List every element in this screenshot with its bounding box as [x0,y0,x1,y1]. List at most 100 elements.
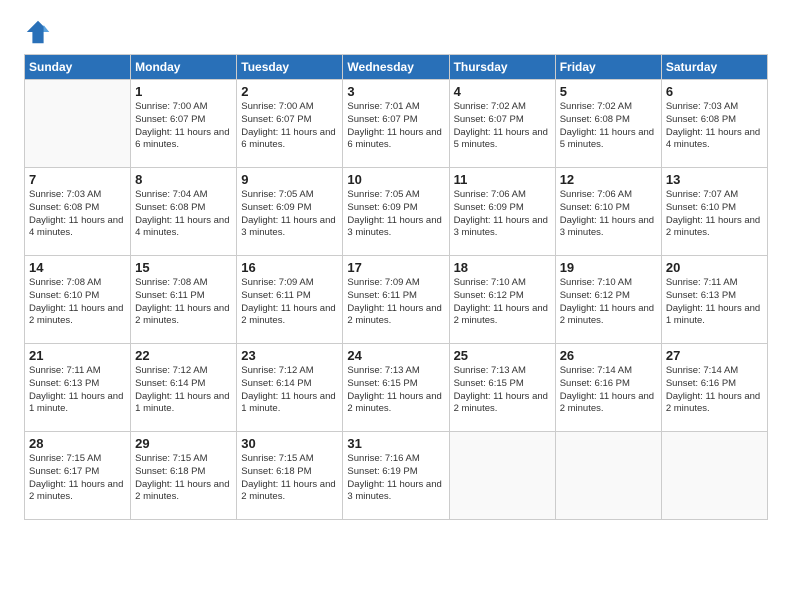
calendar-week-3: 21 Sunrise: 7:11 AM Sunset: 6:13 PM Dayli… [25,344,768,432]
day-info: Sunrise: 7:12 AM Sunset: 6:14 PM Dayligh… [135,365,232,416]
calendar-cell: 19 Sunrise: 7:10 AM Sunset: 6:12 PM Dayli… [555,256,661,344]
calendar-header-row: SundayMondayTuesdayWednesdayThursdayFrid… [25,55,768,80]
calendar-cell: 17 Sunrise: 7:09 AM Sunset: 6:11 PM Dayli… [343,256,449,344]
day-number: 31 [347,436,444,451]
day-info: Sunrise: 7:05 AM Sunset: 6:09 PM Dayligh… [241,189,338,240]
calendar-cell: 9 Sunrise: 7:05 AM Sunset: 6:09 PM Daylig… [237,168,343,256]
calendar-week-4: 28 Sunrise: 7:15 AM Sunset: 6:17 PM Dayli… [25,432,768,520]
calendar-cell: 16Sunrise: 7:09 AM Sunset: 6:11 PM Dayli… [237,256,343,344]
day-number: 24 [347,348,444,363]
day-info: Sunrise: 7:16 AM Sunset: 6:19 PM Dayligh… [347,453,444,504]
calendar-cell: 30 Sunrise: 7:15 AM Sunset: 6:18 PM Dayli… [237,432,343,520]
calendar-cell: 23Sunrise: 7:12 AM Sunset: 6:14 PM Dayli… [237,344,343,432]
calendar-cell: 4Sunrise: 7:02 AM Sunset: 6:07 PM Daylig… [449,80,555,168]
header-wednesday: Wednesday [343,55,449,80]
day-number: 22 [135,348,232,363]
calendar-cell: 15Sunrise: 7:08 AM Sunset: 6:11 PM Dayli… [131,256,237,344]
day-info: Sunrise: 7:13 AM Sunset: 6:15 PM Dayligh… [454,365,551,416]
day-number: 2 [241,84,338,99]
calendar-cell: 31 Sunrise: 7:16 AM Sunset: 6:19 PM Dayli… [343,432,449,520]
calendar-cell [25,80,131,168]
day-info: Sunrise: 7:03 AM Sunset: 6:08 PM Dayligh… [29,189,126,240]
calendar-cell: 26 Sunrise: 7:14 AM Sunset: 6:16 PM Dayli… [555,344,661,432]
calendar-week-0: 1 Sunrise: 7:00 AM Sunset: 6:07 PM Daylig… [25,80,768,168]
day-info: Sunrise: 7:10 AM Sunset: 6:12 PM Dayligh… [454,277,551,328]
calendar-cell: 22 Sunrise: 7:12 AM Sunset: 6:14 PM Dayli… [131,344,237,432]
day-number: 10 [347,172,444,187]
day-number: 13 [666,172,763,187]
day-info: Sunrise: 7:10 AM Sunset: 6:12 PM Dayligh… [560,277,657,328]
calendar-cell: 10Sunrise: 7:05 AM Sunset: 6:09 PM Dayli… [343,168,449,256]
day-info: Sunrise: 7:08 AM Sunset: 6:10 PM Dayligh… [29,277,126,328]
calendar-cell: 7 Sunrise: 7:03 AM Sunset: 6:08 PM Daylig… [25,168,131,256]
day-number: 15 [135,260,232,275]
header-thursday: Thursday [449,55,555,80]
day-info: Sunrise: 7:14 AM Sunset: 6:16 PM Dayligh… [666,365,763,416]
day-number: 25 [454,348,551,363]
day-number: 19 [560,260,657,275]
calendar-cell: 8Sunrise: 7:04 AM Sunset: 6:08 PM Daylig… [131,168,237,256]
day-info: Sunrise: 7:15 AM Sunset: 6:17 PM Dayligh… [29,453,126,504]
day-number: 14 [29,260,126,275]
day-number: 3 [347,84,444,99]
day-info: Sunrise: 7:02 AM Sunset: 6:08 PM Dayligh… [560,101,657,152]
header-area [24,18,768,46]
day-number: 28 [29,436,126,451]
logo [24,18,56,46]
day-info: Sunrise: 7:01 AM Sunset: 6:07 PM Dayligh… [347,101,444,152]
day-number: 26 [560,348,657,363]
calendar-week-2: 14 Sunrise: 7:08 AM Sunset: 6:10 PM Dayli… [25,256,768,344]
day-number: 17 [347,260,444,275]
calendar-cell: 2 Sunrise: 7:00 AM Sunset: 6:07 PM Daylig… [237,80,343,168]
day-number: 5 [560,84,657,99]
day-info: Sunrise: 7:13 AM Sunset: 6:15 PM Dayligh… [347,365,444,416]
calendar: SundayMondayTuesdayWednesdayThursdayFrid… [24,54,768,520]
calendar-cell: 5 Sunrise: 7:02 AM Sunset: 6:08 PM Daylig… [555,80,661,168]
day-number: 11 [454,172,551,187]
day-info: Sunrise: 7:09 AM Sunset: 6:11 PM Dayligh… [347,277,444,328]
calendar-cell: 28 Sunrise: 7:15 AM Sunset: 6:17 PM Dayli… [25,432,131,520]
calendar-cell: 25 Sunrise: 7:13 AM Sunset: 6:15 PM Dayli… [449,344,555,432]
header-tuesday: Tuesday [237,55,343,80]
day-info: Sunrise: 7:00 AM Sunset: 6:07 PM Dayligh… [241,101,338,152]
day-number: 30 [241,436,338,451]
day-number: 9 [241,172,338,187]
day-info: Sunrise: 7:15 AM Sunset: 6:18 PM Dayligh… [241,453,338,504]
day-info: Sunrise: 7:11 AM Sunset: 6:13 PM Dayligh… [666,277,763,328]
day-number: 4 [454,84,551,99]
header-monday: Monday [131,55,237,80]
day-number: 23 [241,348,338,363]
calendar-cell: 18Sunrise: 7:10 AM Sunset: 6:12 PM Dayli… [449,256,555,344]
calendar-cell: 24 Sunrise: 7:13 AM Sunset: 6:15 PM Dayli… [343,344,449,432]
header-saturday: Saturday [661,55,767,80]
day-info: Sunrise: 7:15 AM Sunset: 6:18 PM Dayligh… [135,453,232,504]
calendar-cell [555,432,661,520]
day-number: 27 [666,348,763,363]
calendar-cell [661,432,767,520]
calendar-cell: 11Sunrise: 7:06 AM Sunset: 6:09 PM Dayli… [449,168,555,256]
day-number: 6 [666,84,763,99]
day-info: Sunrise: 7:11 AM Sunset: 6:13 PM Dayligh… [29,365,126,416]
header-friday: Friday [555,55,661,80]
day-number: 29 [135,436,232,451]
calendar-cell: 20Sunrise: 7:11 AM Sunset: 6:13 PM Dayli… [661,256,767,344]
calendar-week-1: 7 Sunrise: 7:03 AM Sunset: 6:08 PM Daylig… [25,168,768,256]
day-number: 7 [29,172,126,187]
calendar-cell: 12Sunrise: 7:06 AM Sunset: 6:10 PM Dayli… [555,168,661,256]
day-number: 21 [29,348,126,363]
calendar-cell [449,432,555,520]
calendar-cell: 13 Sunrise: 7:07 AM Sunset: 6:10 PM Dayli… [661,168,767,256]
calendar-cell: 1 Sunrise: 7:00 AM Sunset: 6:07 PM Daylig… [131,80,237,168]
header-sunday: Sunday [25,55,131,80]
page: SundayMondayTuesdayWednesdayThursdayFrid… [0,0,792,612]
logo-icon [24,18,52,46]
day-info: Sunrise: 7:14 AM Sunset: 6:16 PM Dayligh… [560,365,657,416]
day-info: Sunrise: 7:09 AM Sunset: 6:11 PM Dayligh… [241,277,338,328]
day-info: Sunrise: 7:06 AM Sunset: 6:10 PM Dayligh… [560,189,657,240]
day-info: Sunrise: 7:03 AM Sunset: 6:08 PM Dayligh… [666,101,763,152]
calendar-cell: 27 Sunrise: 7:14 AM Sunset: 6:16 PM Dayli… [661,344,767,432]
day-number: 1 [135,84,232,99]
calendar-cell: 21 Sunrise: 7:11 AM Sunset: 6:13 PM Dayli… [25,344,131,432]
day-info: Sunrise: 7:00 AM Sunset: 6:07 PM Dayligh… [135,101,232,152]
day-info: Sunrise: 7:07 AM Sunset: 6:10 PM Dayligh… [666,189,763,240]
